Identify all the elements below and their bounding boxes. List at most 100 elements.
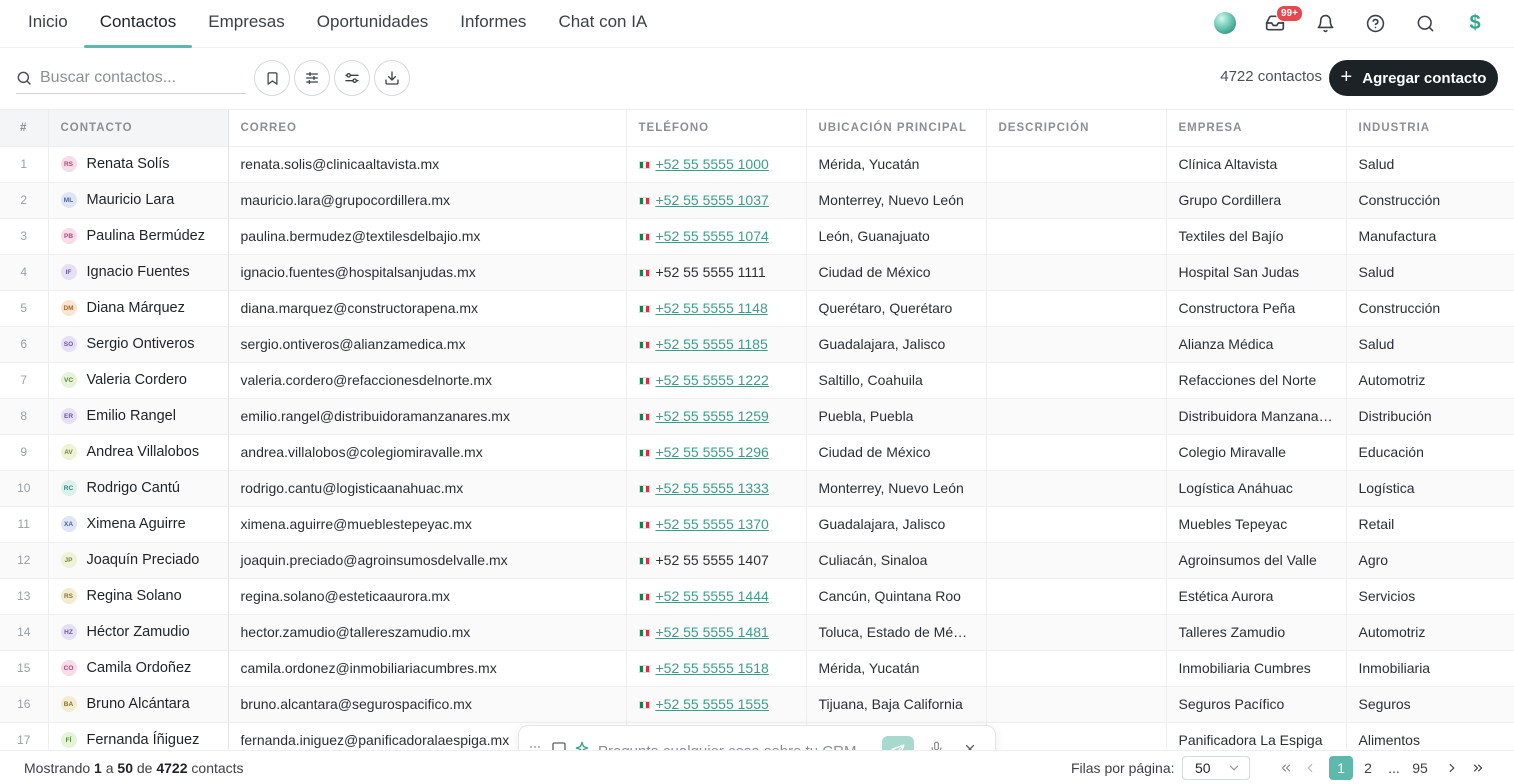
email-cell[interactable]: emilio.rangel@distribuidoramanzanares.mx [228,398,627,435]
company-cell[interactable]: Refacciones del Norte [1166,362,1347,399]
phone-value[interactable]: +52 55 5555 1074 [656,228,769,244]
company-cell[interactable]: Panificadora La Espiga [1166,722,1347,749]
phone-value[interactable]: +52 55 5555 1555 [656,696,769,712]
tab-inicio[interactable]: Inicio [12,0,84,48]
location-cell[interactable]: Culiacán, Sinaloa [806,542,987,579]
company-cell[interactable]: Inmobiliaria Cumbres [1166,650,1347,687]
company-cell[interactable]: Distribuidora Manzanares [1166,398,1347,435]
location-cell[interactable]: Monterrey, Nuevo León [806,182,987,219]
tab-contactos[interactable]: Contactos [83,0,193,48]
table-row[interactable]: 15 CO Camila Ordoñez camila.ordonez@inmobil… [0,650,1514,687]
location-cell[interactable]: Querétaro, Querétaro [806,290,987,327]
description-cell[interactable] [986,542,1167,579]
phone-cell[interactable]: +52 55 5555 1222 [626,362,807,399]
contacts-table-container[interactable]: # CONTACTO CORREO TELÉFONO UBICACIÓN PRI… [0,109,1514,749]
industry-cell[interactable]: Salud [1346,326,1514,363]
contact-cell[interactable]: ML Mauricio Lara [48,182,229,219]
location-cell[interactable]: León, Guanajuato [806,218,987,255]
company-cell[interactable]: Muebles Tepeyac [1166,506,1347,543]
phone-cell[interactable]: +52 55 5555 1148 [626,290,807,327]
next-page-button[interactable] [1440,756,1464,780]
description-cell[interactable] [986,650,1167,687]
column-header-email[interactable]: CORREO [228,110,627,147]
contact-cell[interactable]: RS Regina Solano [48,578,229,615]
rows-per-page-select[interactable]: 50 [1182,756,1250,780]
tab-chat-ia[interactable]: Chat con IA [542,0,663,48]
company-cell[interactable]: Hospital San Judas [1166,254,1347,291]
description-cell[interactable] [986,686,1167,723]
contact-cell[interactable]: JP Joaquín Preciado [48,542,229,579]
company-cell[interactable]: Colegio Miravalle [1166,434,1347,471]
page-1-button[interactable]: 1 [1329,756,1353,780]
ai-orb-button[interactable] [1200,0,1250,46]
page-95-button[interactable]: 95 [1408,756,1432,780]
contact-cell[interactable]: ER Emilio Rangel [48,398,229,435]
description-cell[interactable] [986,434,1167,471]
location-cell[interactable]: Guadalajara, Jalisco [806,506,987,543]
saved-views-button[interactable] [254,60,290,96]
location-cell[interactable]: Cancún, Quintana Roo [806,578,987,615]
email-cell[interactable]: andrea.villalobos@colegiomiravalle.mx [228,434,627,471]
industry-cell[interactable]: Manufactura [1346,218,1514,255]
table-row[interactable]: 14 HZ Héctor Zamudio hector.zamudio@tallere… [0,614,1514,651]
phone-value[interactable]: +52 55 5555 1481 [656,624,769,640]
industry-cell[interactable]: Seguros [1346,686,1514,723]
location-cell[interactable]: Ciudad de México [806,434,987,471]
email-cell[interactable]: ximena.aguirre@mueblestepeyac.mx [228,506,627,543]
table-row[interactable]: 2 ML Mauricio Lara mauricio.lara@grupocordi… [0,182,1514,219]
description-cell[interactable] [986,218,1167,255]
email-cell[interactable]: rodrigo.cantu@logisticaanahuac.mx [228,470,627,507]
industry-cell[interactable]: Servicios [1346,578,1514,615]
description-cell[interactable] [986,254,1167,291]
last-page-button[interactable] [1466,756,1490,780]
contact-cell[interactable]: FÍ Fernanda Íñiguez [48,722,229,749]
company-cell[interactable]: Agroinsumos del Valle [1166,542,1347,579]
company-cell[interactable]: Logística Anáhuac [1166,470,1347,507]
prev-page-button[interactable] [1298,756,1322,780]
company-cell[interactable]: Constructora Peña [1166,290,1347,327]
email-cell[interactable]: sergio.ontiveros@alianzamedica.mx [228,326,627,363]
industry-cell[interactable]: Salud [1346,146,1514,183]
email-cell[interactable]: hector.zamudio@tallereszamudio.mx [228,614,627,651]
table-row[interactable]: 1 RS Renata Solís renata.solis@clinicaaltav… [0,146,1514,183]
table-row[interactable]: 8 ER Emilio Rangel emilio.rangel@distribuid… [0,398,1514,435]
industry-cell[interactable]: Retail [1346,506,1514,543]
phone-value[interactable]: +52 55 5555 1518 [656,660,769,676]
description-cell[interactable] [986,182,1167,219]
contact-cell[interactable]: AV Andrea Villalobos [48,434,229,471]
email-cell[interactable]: paulina.bermudez@textilesdelbajio.mx [228,218,627,255]
description-cell[interactable] [986,470,1167,507]
location-cell[interactable]: Monterrey, Nuevo León [806,470,987,507]
industry-cell[interactable]: Automotriz [1346,614,1514,651]
column-header-industry[interactable]: INDUSTRIA [1346,110,1514,147]
description-cell[interactable] [986,506,1167,543]
contact-cell[interactable]: VC Valeria Cordero [48,362,229,399]
help-button[interactable] [1350,0,1400,46]
description-cell[interactable] [986,578,1167,615]
company-cell[interactable]: Talleres Zamudio [1166,614,1347,651]
phone-value[interactable]: +52 55 5555 1444 [656,588,769,604]
phone-value[interactable]: +52 55 5555 1185 [656,336,768,352]
phone-cell[interactable]: +52 55 5555 1074 [626,218,807,255]
table-row[interactable]: 5 DM Diana Márquez diana.marquez@constructo… [0,290,1514,327]
company-cell[interactable]: Seguros Pacífico [1166,686,1347,723]
contact-cell[interactable]: CO Camila Ordoñez [48,650,229,687]
tab-oportunidades[interactable]: Oportunidades [301,0,445,48]
global-search-button[interactable] [1400,0,1450,46]
contact-cell[interactable]: IF Ignacio Fuentes [48,254,229,291]
company-cell[interactable]: Alianza Médica [1166,326,1347,363]
table-row[interactable]: 7 VC Valeria Cordero valeria.cordero@refacc… [0,362,1514,399]
phone-value[interactable]: +52 55 5555 1259 [656,408,769,424]
column-header-company[interactable]: EMPRESA [1166,110,1347,147]
email-cell[interactable]: renata.solis@clinicaaltavista.mx [228,146,627,183]
credits-button[interactable]: $ [1450,0,1500,46]
contact-cell[interactable]: DM Diana Márquez [48,290,229,327]
phone-value[interactable]: +52 55 5555 1148 [656,300,768,316]
email-cell[interactable]: ignacio.fuentes@hospitalsanjudas.mx [228,254,627,291]
industry-cell[interactable]: Educación [1346,434,1514,471]
description-cell[interactable] [986,290,1167,327]
phone-cell[interactable]: +52 55 5555 1444 [626,578,807,615]
email-cell[interactable]: bruno.alcantara@segurospacifico.mx [228,686,627,723]
contact-cell[interactable]: BA Bruno Alcántara [48,686,229,723]
contact-cell[interactable]: HZ Héctor Zamudio [48,614,229,651]
